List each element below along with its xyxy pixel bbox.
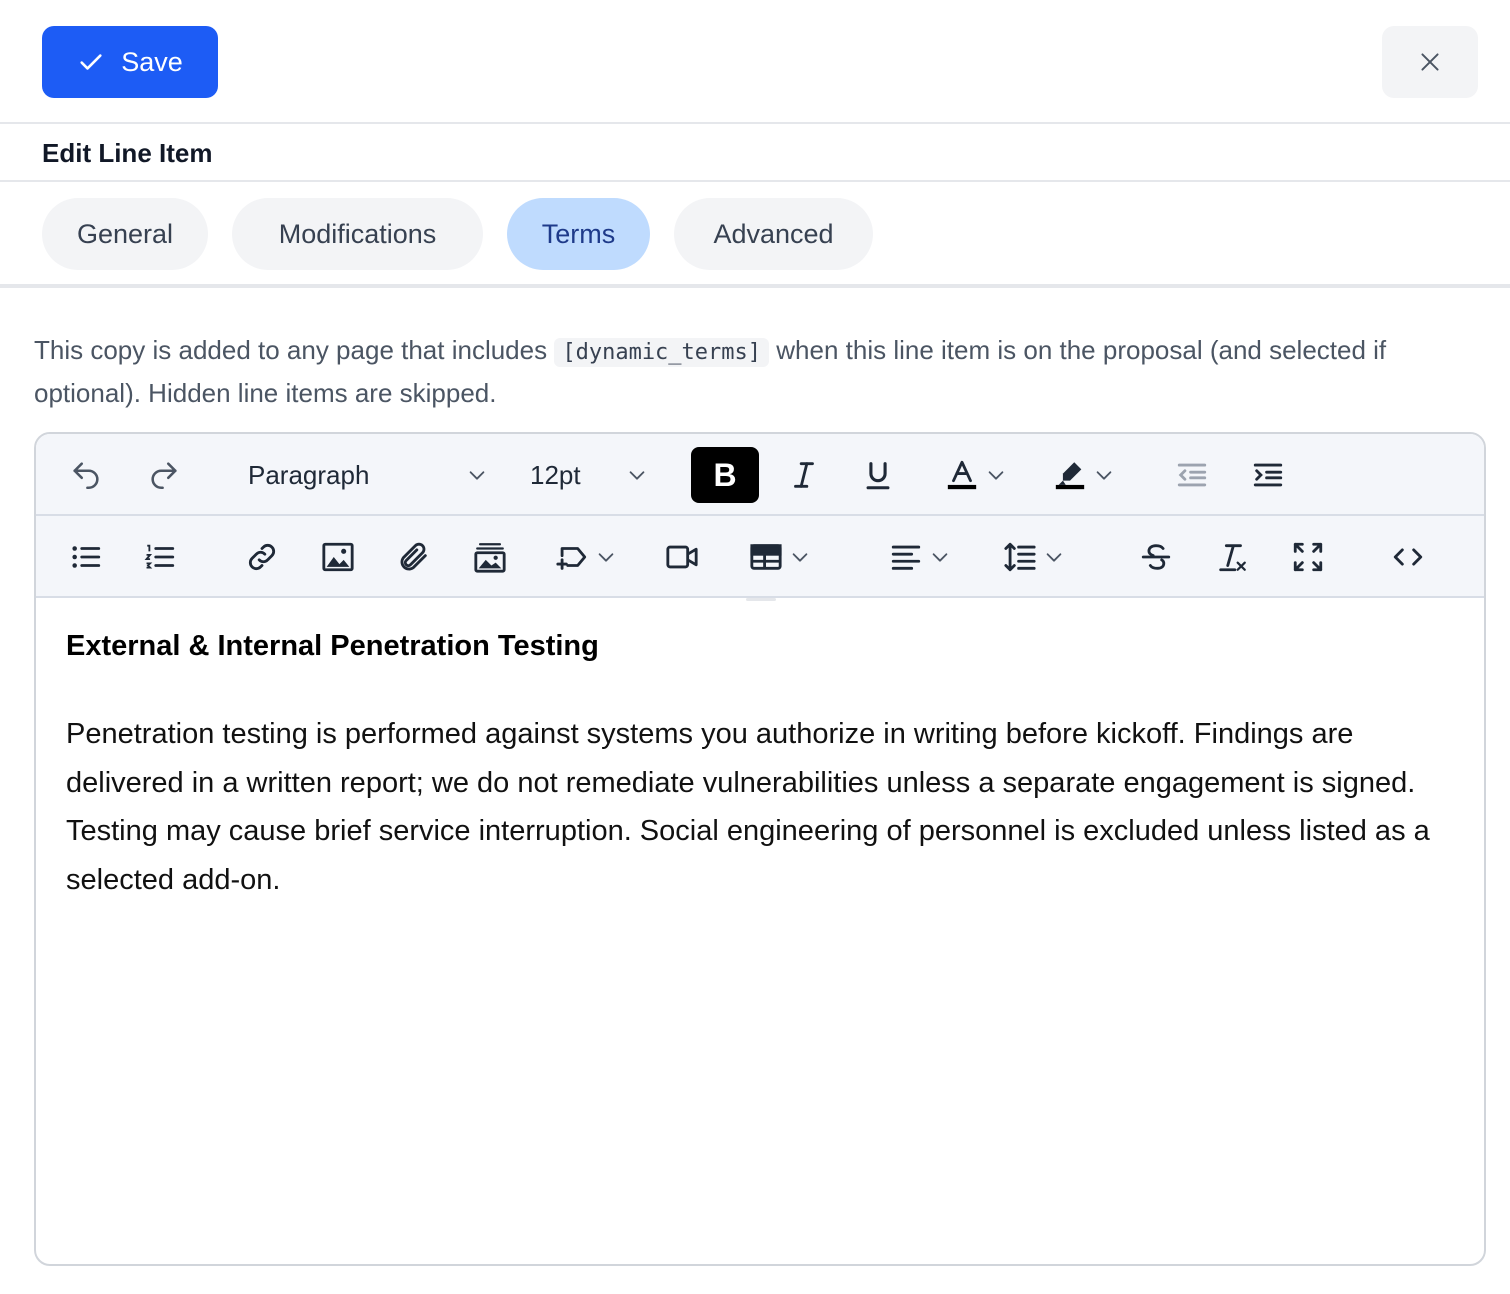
bullet-list-icon <box>72 546 101 568</box>
editor-toolbar-row-1: Paragraph 12pt B <box>36 434 1484 516</box>
highlighter-icon <box>1055 462 1085 490</box>
content-paragraph: Penetration testing is performed against… <box>66 718 1430 896</box>
tab-modifications[interactable]: Modifications <box>232 198 483 270</box>
video-icon <box>666 545 698 569</box>
highlight-color-button[interactable] <box>1038 447 1130 503</box>
tab-terms[interactable]: Terms <box>507 198 650 270</box>
insert-gallery-button[interactable] <box>464 529 516 585</box>
tab-general[interactable]: General <box>42 198 208 270</box>
source-code-button[interactable] <box>1382 529 1434 585</box>
terms-description: This copy is added to any page that incl… <box>34 330 1484 413</box>
clear-formatting-button[interactable] <box>1206 529 1258 585</box>
link-icon <box>248 543 276 571</box>
paperclip-icon <box>400 542 427 571</box>
undo-icon <box>73 462 99 490</box>
title-bar: Edit Line Item <box>0 124 1510 182</box>
image-icon <box>322 542 354 572</box>
toolbar-divider-handle <box>746 598 776 601</box>
table-icon <box>750 544 782 570</box>
save-button-label: Save <box>121 46 183 77</box>
text-color-button[interactable] <box>928 447 1024 503</box>
insert-table-button[interactable] <box>740 529 820 585</box>
content-heading: External & Internal Penetration Testing <box>66 630 599 662</box>
chevron-down-icon <box>1096 471 1112 480</box>
strikethrough-button[interactable] <box>1130 529 1182 585</box>
block-format-select[interactable]: Paragraph <box>248 447 488 503</box>
save-button[interactable]: Save <box>42 26 218 98</box>
font-size-select[interactable]: 12pt <box>530 447 648 503</box>
line-height-icon <box>1004 542 1036 572</box>
insert-image-button[interactable] <box>312 529 364 585</box>
chevron-down-icon <box>469 471 485 480</box>
insert-link-button[interactable] <box>236 529 288 585</box>
chevron-down-icon <box>932 553 948 562</box>
redo-button[interactable] <box>138 447 190 503</box>
strikethrough-icon <box>1141 544 1171 570</box>
close-icon <box>1421 53 1439 71</box>
dynamic-terms-code: [dynamic_terms] <box>554 338 770 367</box>
undo-button[interactable] <box>60 447 112 503</box>
bullet-list-button[interactable] <box>60 529 112 585</box>
chevron-down-icon <box>1046 553 1062 562</box>
check-icon <box>80 54 102 70</box>
page-title: Edit Line Item <box>42 138 213 168</box>
bold-button[interactable]: B <box>691 447 759 503</box>
italic-button[interactable] <box>778 447 830 503</box>
clear-format-icon <box>1219 544 1246 572</box>
numbered-list-button[interactable] <box>134 529 186 585</box>
chevron-down-icon <box>629 471 645 480</box>
editor-content-area[interactable]: External & Internal Penetration Testing … <box>66 624 1456 904</box>
chevron-down-icon <box>988 471 1004 480</box>
font-size-value: 12pt <box>530 459 581 490</box>
underline-icon <box>866 462 890 490</box>
tab-advanced[interactable]: Advanced <box>674 198 873 270</box>
top-bar: Save <box>0 0 1510 124</box>
insert-merge-field-button[interactable] <box>546 529 626 585</box>
align-left-icon <box>891 545 921 570</box>
chevron-down-icon <box>598 553 614 562</box>
attach-file-button[interactable] <box>388 529 440 585</box>
align-button[interactable] <box>882 529 958 585</box>
numbered-list-icon <box>144 544 175 569</box>
outdent-button[interactable] <box>1166 447 1218 503</box>
underline-button[interactable] <box>852 447 904 503</box>
fullscreen-button[interactable] <box>1282 529 1334 585</box>
redo-icon <box>151 462 177 490</box>
tag-plus-icon <box>556 547 587 570</box>
text-color-icon <box>947 460 977 490</box>
description-text-before: This copy is added to any page that incl… <box>34 335 555 365</box>
insert-video-button[interactable] <box>656 529 708 585</box>
italic-icon <box>794 462 814 488</box>
line-height-button[interactable] <box>996 529 1072 585</box>
editor-toolbar-row-2 <box>36 516 1484 598</box>
rich-text-editor: Paragraph 12pt B External & Internal Pen… <box>34 432 1486 1266</box>
fullscreen-icon <box>1293 542 1323 572</box>
indent-icon <box>1253 463 1283 487</box>
gallery-icon <box>474 543 506 573</box>
bold-icon: B <box>713 456 737 493</box>
tab-bar: General Modifications Terms Advanced <box>0 182 1510 288</box>
chevron-down-icon <box>792 553 808 562</box>
close-button[interactable] <box>1382 26 1478 98</box>
indent-button[interactable] <box>1242 447 1294 503</box>
code-icon <box>1393 548 1423 566</box>
block-format-value: Paragraph <box>248 459 370 490</box>
outdent-icon <box>1177 463 1207 487</box>
